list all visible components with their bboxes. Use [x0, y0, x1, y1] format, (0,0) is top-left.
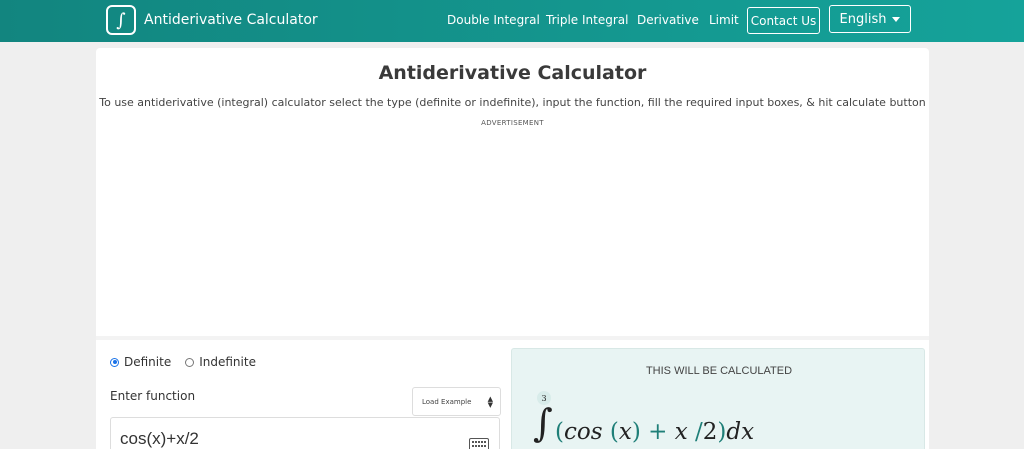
page-description: To use antiderivative (integral) calcula… [99, 96, 926, 109]
contact-us-button[interactable]: Contact Us [747, 7, 820, 34]
caret-down-icon [892, 16, 901, 22]
load-example-select[interactable]: Load Example ▲ ▼ [412, 387, 501, 416]
expr-dx: dx [726, 419, 755, 445]
expr-two: 2 [702, 419, 718, 445]
integrand-expression: (cos (x) + x /2)dx [555, 419, 754, 445]
top-navbar: ∫ Antiderivative Calculator Double Integ… [0, 0, 1024, 42]
brand-name: Antiderivative Calculator [144, 12, 318, 28]
sort-arrows-icon: ▲ ▼ [487, 394, 493, 409]
language-label: English [839, 11, 887, 27]
nav-link-limit[interactable]: Limit [709, 13, 739, 27]
expr-open-paren: ( [555, 419, 564, 445]
expr-slash: / [695, 419, 703, 445]
radio-definite[interactable]: Definite [110, 355, 171, 369]
nav-link-derivative[interactable]: Derivative [637, 13, 699, 27]
expr-plus: + [648, 419, 668, 445]
advertisement-space [96, 132, 929, 335]
expr-rparen: ) [631, 419, 641, 445]
function-input[interactable]: cos(x)+x/2 [110, 417, 500, 449]
radio-unchecked-icon[interactable] [185, 357, 195, 367]
keyboard-icon[interactable] [469, 438, 489, 449]
integral-logo-icon: ∫ [106, 5, 136, 35]
page-title: Antiderivative Calculator [378, 62, 647, 84]
radio-indefinite-label: Indefinite [199, 355, 256, 369]
expr-x1: x [618, 419, 632, 445]
expr-cos: cos [563, 419, 603, 445]
section-divider [96, 336, 929, 340]
nav-link-double-integral[interactable]: Double Integral [447, 13, 540, 27]
expr-x2: x [674, 419, 688, 445]
preview-title: THIS WILL BE CALCULATED [645, 365, 793, 377]
integral-type-radio-group: Definite Indefinite [110, 355, 270, 369]
radio-definite-label: Definite [124, 355, 172, 369]
load-example-label: Load Example [422, 397, 472, 406]
nav-link-triple-integral[interactable]: Triple Integral [546, 13, 628, 27]
radio-checked-icon[interactable] [110, 357, 119, 367]
expr-lparen: ( [609, 419, 619, 445]
brand-link[interactable]: ∫ Antiderivative Calculator [106, 5, 318, 35]
language-dropdown[interactable]: English [829, 5, 911, 33]
calculation-preview-panel: THIS WILL BE CALCULATED 3 ∫ (cos (x) + x… [511, 348, 925, 449]
radio-indefinite[interactable]: Indefinite [185, 355, 256, 369]
enter-function-label: Enter function [110, 389, 196, 403]
function-input-value[interactable]: cos(x)+x/2 [120, 429, 199, 449]
integral-sign: ∫ [533, 401, 553, 445]
advertisement-label: ADVERTISEMENT [481, 119, 544, 127]
